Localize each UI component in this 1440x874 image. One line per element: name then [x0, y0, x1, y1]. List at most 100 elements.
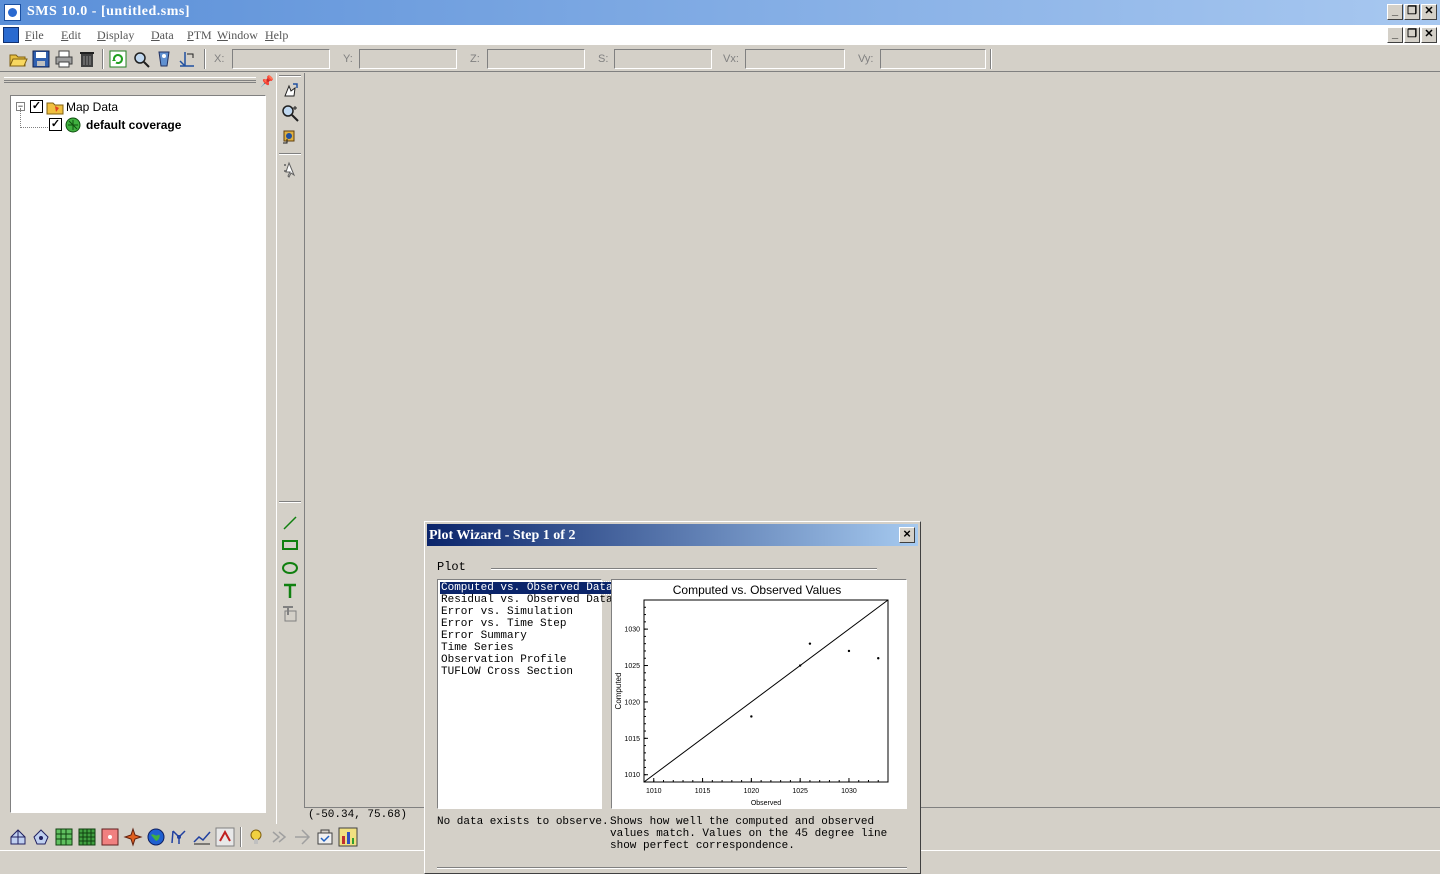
rotate-icon[interactable]	[280, 127, 300, 147]
pan-icon[interactable]	[280, 81, 300, 101]
x-tick-label: 1015	[695, 788, 711, 795]
project-tree: − ✓ Map Data ✓ default coverage	[10, 95, 266, 813]
vertical-toolbar	[276, 73, 302, 825]
s-coord-field[interactable]	[614, 49, 712, 69]
tree-item-default-coverage[interactable]: ✓ default coverage	[11, 117, 261, 133]
y-tick-label: 1015	[624, 736, 640, 743]
dialog-title-bar[interactable]: Plot Wizard - Step 1 of 2 ×	[427, 524, 918, 546]
group-divider	[491, 568, 877, 570]
vy-coord-label: Vy:	[858, 53, 874, 65]
menu-help[interactable]: Help	[265, 28, 288, 43]
coverage-icon	[65, 117, 81, 133]
app-icon[interactable]	[4, 4, 21, 21]
plot-type-item[interactable]: Error Summary	[440, 630, 528, 642]
title-bar: SMS 10.0 - [untitled.sms] _ ❐ ✕	[0, 0, 1440, 25]
plot-type-item[interactable]: Observation Profile	[440, 654, 567, 666]
data-point	[750, 715, 753, 718]
toolbar-separator	[279, 501, 301, 503]
vx-coord-label: Vx:	[723, 53, 739, 65]
x-coord-field[interactable]	[232, 49, 330, 69]
open-icon[interactable]	[8, 49, 28, 69]
zoom-icon[interactable]	[280, 103, 300, 123]
particle-module-icon[interactable]	[123, 827, 143, 847]
tree-item-map-data[interactable]: − ✓ Map Data	[11, 99, 261, 115]
x-tick-label: 1030	[841, 788, 857, 795]
plot-type-item[interactable]: TUFLOW Cross Section	[440, 666, 574, 678]
print-icon[interactable]	[54, 49, 74, 69]
map-folder-icon	[46, 102, 64, 115]
menu-ptm[interactable]: PTM	[187, 28, 212, 43]
ellipse-tool-icon[interactable]	[280, 558, 300, 578]
delete-icon[interactable]	[77, 49, 97, 69]
line-tool-icon[interactable]	[280, 513, 300, 533]
map-module-icon[interactable]	[215, 827, 235, 847]
gis-module-icon[interactable]	[146, 827, 166, 847]
plot-type-item[interactable]: Computed vs. Observed Data	[439, 581, 615, 595]
toolbar-separator	[990, 49, 992, 69]
plot-type-item[interactable]: Error vs. Simulation	[440, 606, 574, 618]
disabled-tool-icon	[272, 831, 287, 843]
y-tick-label: 1020	[624, 699, 640, 706]
y-coord-field[interactable]	[359, 49, 457, 69]
status-message: No data exists to observe.	[437, 816, 609, 828]
pin-icon[interactable]: 📌	[260, 75, 274, 88]
vx-coord-field[interactable]	[745, 49, 845, 69]
minimize-button[interactable]: _	[1387, 4, 1403, 20]
scatter-module-icon[interactable]	[31, 827, 51, 847]
image-tool-icon[interactable]	[280, 604, 300, 624]
y-tick-label: 1030	[624, 627, 640, 634]
map-data-checkbox[interactable]: ✓	[30, 100, 43, 113]
restore-button[interactable]: ❐	[1404, 4, 1420, 20]
menu-file[interactable]: File	[25, 28, 44, 43]
lightbulb-icon[interactable]	[246, 827, 266, 847]
network-module-icon[interactable]	[169, 827, 189, 847]
chart-svg: Computed vs. Observed Values 1010 1015 102…	[614, 583, 889, 807]
menu-window[interactable]: Window	[217, 28, 258, 43]
dialog-close-button[interactable]: ×	[899, 527, 915, 543]
mesh-module-icon[interactable]	[8, 827, 28, 847]
menu-display[interactable]: Display	[97, 28, 134, 43]
menu-data[interactable]: Data	[151, 28, 174, 43]
coverage-checkbox[interactable]: ✓	[49, 118, 62, 131]
x-axis-label: Observed	[751, 800, 781, 807]
x-coord-label: X:	[214, 53, 225, 65]
display-options-icon[interactable]	[154, 49, 174, 69]
axes-icon[interactable]	[177, 49, 197, 69]
toolbar-separator	[204, 49, 206, 69]
data-point	[808, 642, 812, 645]
plot-type-list[interactable]: Computed vs. Observed Data Residual vs. …	[437, 579, 615, 809]
x-tick-label: 1020	[744, 788, 760, 795]
text-tool-icon[interactable]	[280, 581, 300, 601]
plot-type-item[interactable]: Error vs. Time Step	[440, 618, 567, 630]
rectangle-tool-icon[interactable]	[280, 535, 300, 555]
z-coord-field[interactable]	[487, 49, 585, 69]
map-data-label: Map Data	[66, 100, 119, 114]
doc-minimize-button[interactable]: _	[1387, 27, 1403, 43]
plot-wizard-icon[interactable]	[338, 827, 358, 847]
vy-coord-field[interactable]	[880, 49, 986, 69]
model-check-icon[interactable]	[315, 827, 335, 847]
document-icon[interactable]	[3, 27, 19, 43]
doc-close-button[interactable]: ✕	[1421, 27, 1437, 43]
z-coord-label: Z:	[470, 53, 480, 65]
save-icon[interactable]	[31, 49, 51, 69]
panel-grip[interactable]	[4, 77, 256, 83]
cartesian-grid-icon[interactable]	[77, 827, 97, 847]
cursor-coordinates: (-50.34, 75.68)	[308, 809, 408, 821]
doc-restore-button[interactable]: ❐	[1404, 27, 1420, 43]
data-point	[798, 664, 802, 667]
close-button[interactable]: ✕	[1421, 4, 1437, 20]
plot-type-item[interactable]: Residual vs. Observed Data	[440, 594, 614, 606]
frame-icon[interactable]	[131, 49, 151, 69]
1d-hydraulic-icon[interactable]	[192, 827, 212, 847]
s-coord-label: S:	[598, 53, 609, 65]
refresh-icon[interactable]	[108, 49, 128, 69]
select-icon[interactable]	[280, 159, 300, 179]
grid-module-icon[interactable]	[54, 827, 74, 847]
plot-type-item[interactable]: Time Series	[440, 642, 515, 654]
raster-module-icon[interactable]	[100, 827, 120, 847]
dialog-divider	[437, 867, 907, 869]
menu-bar: File Edit Display Data PTM Window Help _…	[0, 25, 1440, 45]
menu-edit[interactable]: Edit	[61, 28, 81, 43]
window-title: SMS 10.0 - [untitled.sms]	[27, 4, 191, 19]
